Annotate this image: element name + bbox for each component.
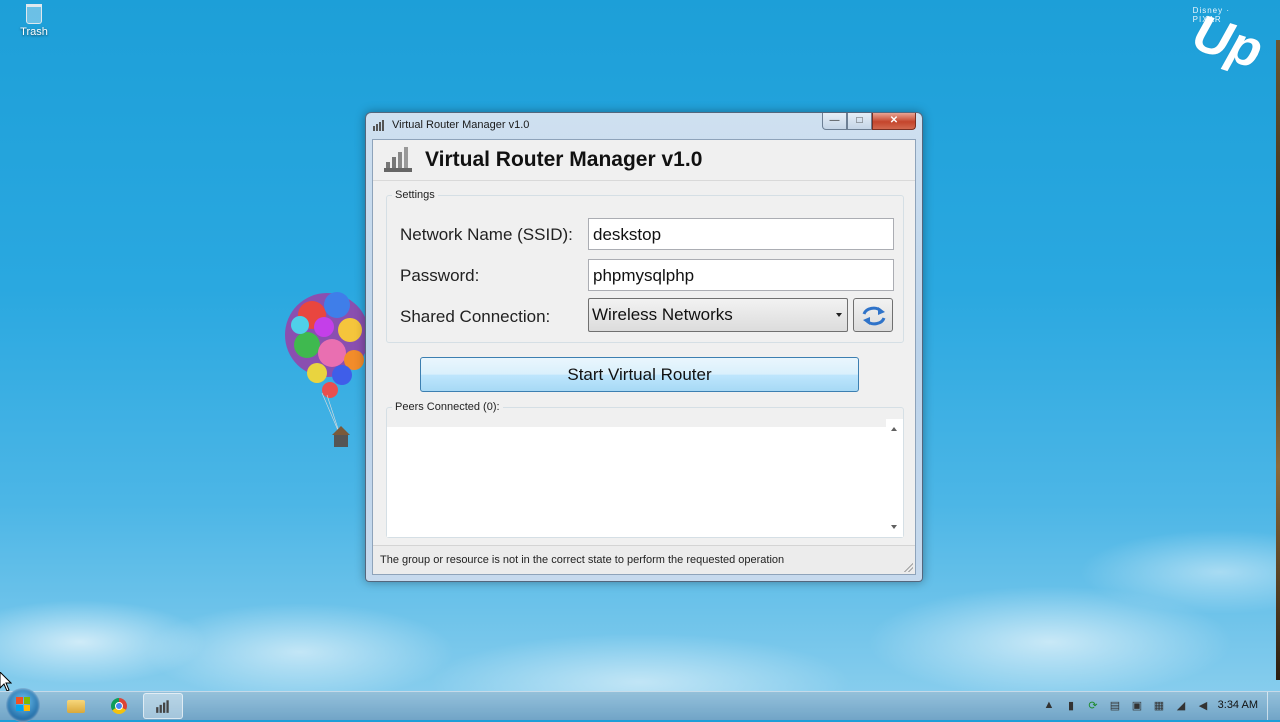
wallpaper-logo: Disney · PIXAR Up [1185, 4, 1272, 81]
clipboard-icon[interactable]: ▦ [1152, 698, 1166, 712]
router-app-icon [373, 120, 384, 131]
desktop-icon-trash[interactable]: Trash [14, 4, 54, 38]
taskbar: ▲ ▮ ⟳ ▤ ▣ ▦ ◢ ◀ 3:34 AM [0, 688, 1280, 722]
virtual-router-window[interactable]: Virtual Router Manager v1.0 — □ ✕ Virtua… [365, 112, 923, 582]
update-icon[interactable]: ⟳ [1086, 698, 1100, 712]
title-bar[interactable]: Virtual Router Manager v1.0 — □ ✕ [366, 113, 922, 137]
display-icon[interactable]: ▣ [1130, 698, 1144, 712]
router-app-icon [156, 700, 169, 713]
offscreen-window-edge [1276, 40, 1280, 680]
close-button[interactable]: ✕ [872, 113, 916, 130]
dropdown-arrow-icon [836, 313, 842, 317]
router-logo-icon [384, 147, 412, 172]
router-icon[interactable]: ▮ [1064, 698, 1078, 712]
mouse-cursor-icon [0, 672, 12, 692]
refresh-icon [862, 306, 886, 326]
taskbar-chrome[interactable] [99, 693, 139, 719]
main-panel: Settings Network Name (SSID): deskstop P… [373, 180, 915, 574]
resize-grip-icon[interactable] [903, 562, 913, 572]
maximize-button[interactable]: □ [847, 113, 872, 130]
taskbar-explorer[interactable] [56, 693, 96, 719]
status-message: The group or resource is not in the corr… [380, 554, 785, 566]
trash-icon [26, 4, 42, 24]
password-input[interactable]: phpmysqlphp [588, 259, 894, 291]
status-bar: The group or resource is not in the corr… [373, 545, 915, 574]
app-title: Virtual Router Manager v1.0 [425, 148, 703, 171]
scroll-down-icon[interactable] [891, 525, 897, 529]
password-label: Password: [400, 266, 480, 285]
ssid-label: Network Name (SSID): [400, 225, 573, 244]
show-desktop-button[interactable] [1267, 692, 1280, 720]
window-caption: Virtual Router Manager v1.0 [392, 119, 530, 131]
taskbar-clock[interactable]: 3:34 AM [1218, 699, 1258, 711]
minimize-button[interactable]: — [822, 113, 847, 130]
app-header: Virtual Router Manager v1.0 [373, 140, 915, 180]
shared-connection-value: Wireless Networks [592, 305, 733, 324]
peers-scrollbar[interactable] [886, 419, 903, 537]
shared-connection-select[interactable]: Wireless Networks [588, 298, 848, 332]
windows-logo-icon [16, 697, 30, 711]
peers-legend: Peers Connected (0): [395, 401, 500, 413]
folder-icon [67, 699, 85, 713]
network-icon[interactable]: ◢ [1174, 698, 1188, 712]
chrome-icon [111, 698, 127, 714]
chevron-up-icon[interactable]: ▲ [1042, 698, 1056, 712]
ssid-input[interactable]: deskstop [588, 218, 894, 250]
peers-group: Peers Connected (0): [386, 401, 904, 538]
battery-icon[interactable]: ▤ [1108, 698, 1122, 712]
start-button[interactable] [6, 688, 40, 722]
peers-list[interactable] [387, 427, 886, 537]
volume-icon[interactable]: ◀ [1196, 698, 1210, 712]
balloon-house-image [285, 292, 369, 447]
refresh-connections-button[interactable] [853, 298, 893, 332]
window-client-area: Virtual Router Manager v1.0 Settings Net… [372, 139, 916, 575]
system-tray: ▲ ▮ ⟳ ▤ ▣ ▦ ◢ ◀ [1042, 698, 1210, 712]
scroll-up-icon[interactable] [891, 427, 897, 431]
taskbar-virtual-router[interactable] [143, 693, 183, 719]
trash-label: Trash [20, 26, 48, 38]
start-virtual-router-button[interactable]: Start Virtual Router [420, 357, 859, 392]
shared-connection-label: Shared Connection: [400, 307, 551, 326]
settings-legend: Settings [395, 189, 435, 201]
